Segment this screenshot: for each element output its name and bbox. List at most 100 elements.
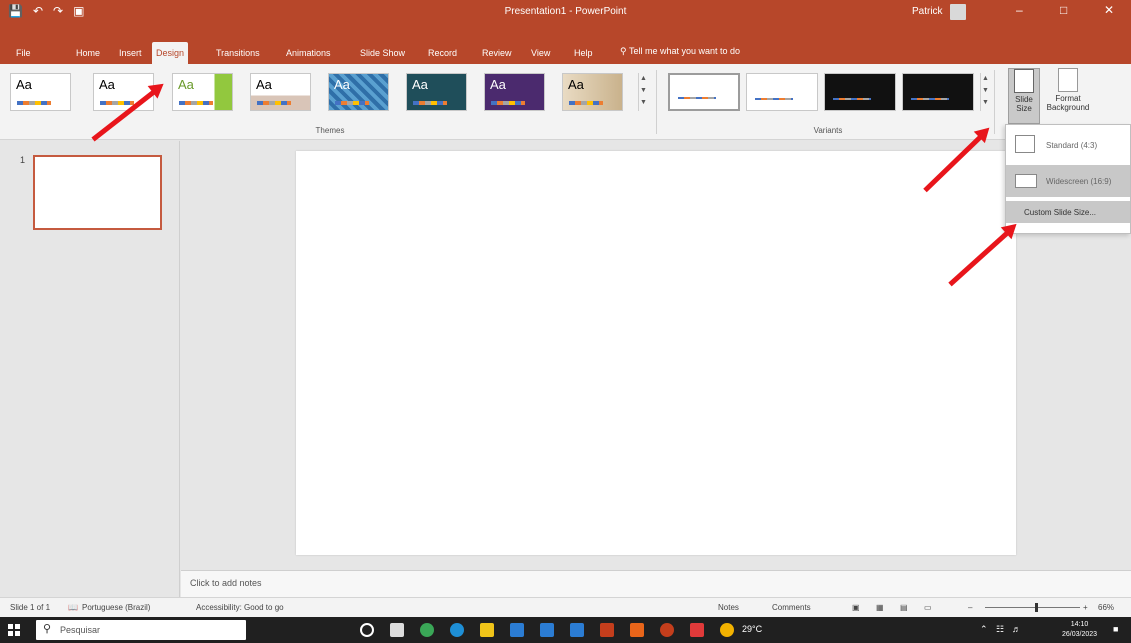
variants-group-label: Variants: [813, 126, 843, 135]
minimize-icon[interactable]: –: [1016, 3, 1023, 17]
windows-start-icon[interactable]: [8, 624, 20, 636]
weather-icon[interactable]: [720, 623, 734, 637]
normal-view-icon[interactable]: ▣: [852, 603, 860, 612]
theme-sample-text: Aa: [99, 77, 115, 92]
theme-ion-boardroom[interactable]: Aa: [328, 73, 389, 111]
reading-view-icon[interactable]: ▤: [900, 603, 908, 612]
notification-icon[interactable]: ■: [1113, 624, 1118, 634]
word-icon[interactable]: [570, 623, 584, 637]
ribbon-separator: [994, 70, 995, 134]
weather-temperature[interactable]: 29°C: [742, 624, 762, 634]
ribbon-separator: [656, 70, 657, 134]
tab-insert[interactable]: Insert: [115, 42, 146, 64]
task-view-icon[interactable]: [390, 623, 404, 637]
taskbar-search[interactable]: ⚲ Pesquisar: [36, 620, 246, 640]
comments-toggle[interactable]: Comments: [772, 603, 811, 612]
ribbon-tab-bar: File Home Insert Design Transitions Anim…: [0, 24, 1131, 64]
mail-icon[interactable]: [540, 623, 554, 637]
menu-item-custom-label: Custom Slide Size...: [1024, 208, 1097, 217]
tab-slide-show[interactable]: Slide Show: [356, 42, 409, 64]
status-bar: Slide 1 of 1 📖 Portuguese (Brazil) Acces…: [0, 597, 1131, 617]
theme-sample-text: Aa: [412, 77, 428, 92]
spellcheck-icon[interactable]: 📖: [68, 603, 78, 612]
user-name[interactable]: Patrick: [912, 6, 943, 17]
app-icon-red[interactable]: [660, 623, 674, 637]
theme-color-strip: [491, 101, 525, 105]
variant-2[interactable]: [746, 73, 818, 111]
taskbar-clock[interactable]: 14:10 26/03/2023: [1062, 620, 1097, 640]
theme-color-strip: [257, 101, 291, 105]
menu-item-standard[interactable]: Standard (4:3): [1006, 131, 1130, 159]
menu-item-widescreen[interactable]: Widescreen (16:9): [1006, 165, 1130, 197]
theme-retrospect[interactable]: Aa: [562, 73, 623, 111]
notes-placeholder: Click to add notes: [190, 578, 262, 588]
slideshow-view-icon[interactable]: ▭: [924, 603, 932, 612]
clock-date: 26/03/2023: [1062, 631, 1098, 638]
format-background-button[interactable]: Format Background: [1043, 68, 1093, 124]
app-icon-orange[interactable]: [630, 623, 644, 637]
theme-integral[interactable]: Aa: [250, 73, 311, 111]
volume-icon[interactable]: ♬: [1012, 624, 1021, 634]
variant-3[interactable]: [824, 73, 896, 111]
tab-design[interactable]: Design: [152, 42, 189, 64]
accessibility-indicator[interactable]: Accessibility: Good to go: [196, 603, 284, 612]
variant-4[interactable]: [902, 73, 974, 111]
slide-thumbnail[interactable]: [33, 155, 162, 230]
theme-color-strip: [100, 101, 134, 105]
chevron-down-icon[interactable]: ▼: [982, 87, 989, 94]
chevron-down-icon[interactable]: ▼: [640, 87, 647, 94]
more-icon[interactable]: ▼: [640, 99, 647, 106]
zoom-level[interactable]: 66%: [1098, 603, 1114, 612]
slide-size-button[interactable]: Slide Size: [1008, 68, 1040, 124]
theme-facet[interactable]: Aa: [172, 73, 233, 111]
theme-office-2[interactable]: Aa: [93, 73, 154, 111]
variant-1[interactable]: [668, 73, 740, 111]
tab-animations[interactable]: Animations: [282, 42, 335, 64]
edge-icon[interactable]: [450, 623, 464, 637]
slide-thumbnail-pane: 1: [0, 141, 180, 597]
menu-item-custom[interactable]: Custom Slide Size...: [1006, 201, 1130, 223]
close-icon[interactable]: ✕: [1104, 3, 1114, 17]
chrome-icon[interactable]: [420, 623, 434, 637]
slide-canvas[interactable]: [296, 151, 1016, 555]
clock-time: 14:10: [1070, 621, 1089, 628]
app-icon-m[interactable]: [690, 623, 704, 637]
file-explorer-icon[interactable]: [480, 623, 494, 637]
tab-record[interactable]: Record: [424, 42, 461, 64]
cortana-icon[interactable]: [360, 623, 374, 637]
tray-chevron-icon[interactable]: ⌃: [980, 624, 988, 635]
windows-taskbar: ⚲ Pesquisar 29°C ⌃ ☷ ♬ 14:10 26/03/2023 …: [0, 617, 1131, 643]
powerpoint-icon[interactable]: [600, 623, 614, 637]
more-icon[interactable]: ▼: [982, 99, 989, 106]
maximize-icon[interactable]: □: [1060, 3, 1067, 17]
chevron-up-icon[interactable]: ▲: [982, 75, 989, 82]
tab-review[interactable]: Review: [478, 42, 516, 64]
standard-ratio-icon: [1015, 135, 1035, 153]
zoom-slider-thumb[interactable]: [1035, 603, 1038, 612]
theme-organic[interactable]: Aa: [484, 73, 545, 111]
theme-office[interactable]: Aa: [10, 73, 71, 111]
network-icon[interactable]: ☷: [996, 624, 1004, 635]
theme-sample-text: Aa: [178, 77, 194, 92]
avatar[interactable]: [950, 4, 966, 20]
slide-sorter-icon[interactable]: ▦: [876, 603, 884, 612]
themes-gallery-scroll[interactable]: ▲ ▼ ▼: [638, 73, 648, 111]
zoom-in-icon[interactable]: +: [1083, 603, 1088, 612]
tell-me-search[interactable]: ⚲ Tell me what you want to do: [620, 46, 740, 57]
zoom-slider[interactable]: [985, 607, 1080, 608]
tab-view[interactable]: View: [527, 42, 554, 64]
tab-file[interactable]: File: [12, 42, 35, 64]
tab-transitions[interactable]: Transitions: [212, 42, 264, 64]
tab-home[interactable]: Home: [72, 42, 104, 64]
theme-ion[interactable]: Aa: [406, 73, 467, 111]
variants-gallery-scroll[interactable]: ▲ ▼ ▼: [980, 73, 990, 111]
chevron-up-icon[interactable]: ▲: [640, 75, 647, 82]
menu-item-standard-label: Standard (4:3): [1046, 141, 1098, 150]
notes-pane[interactable]: Click to add notes: [181, 570, 1131, 597]
tab-help[interactable]: Help: [570, 42, 597, 64]
store-icon[interactable]: [510, 623, 524, 637]
slide-counter: Slide 1 of 1: [10, 603, 51, 612]
zoom-out-icon[interactable]: –: [968, 603, 972, 612]
notes-toggle[interactable]: Notes: [718, 603, 739, 612]
language-indicator[interactable]: Portuguese (Brazil): [82, 603, 150, 612]
